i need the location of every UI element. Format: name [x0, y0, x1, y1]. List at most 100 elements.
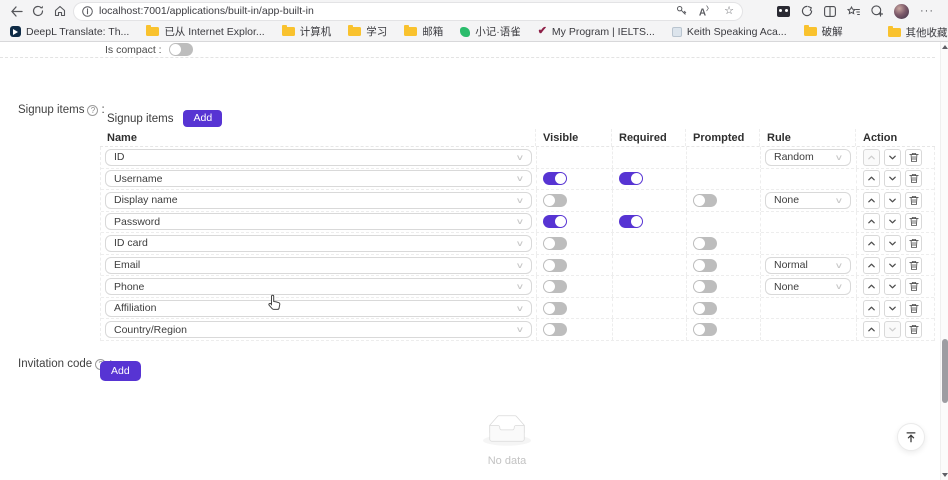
home-icon[interactable] — [50, 2, 70, 20]
delete-button[interactable] — [905, 170, 922, 187]
move-up-button[interactable] — [863, 170, 880, 187]
move-down-button[interactable] — [884, 149, 901, 166]
rule-select[interactable]: None∨ — [765, 278, 851, 295]
bookmark-item[interactable]: 已从 Internet Explor... — [146, 24, 264, 39]
is-compact-toggle[interactable] — [169, 43, 193, 56]
prompted-toggle[interactable] — [693, 194, 717, 207]
move-up-button[interactable] — [863, 192, 880, 209]
page-scrollbar[interactable] — [940, 42, 948, 480]
name-select[interactable]: Email∨ — [105, 257, 532, 274]
bookmark-item[interactable]: DeepL Translate: Th... — [10, 26, 129, 38]
bookmark-item[interactable]: 邮箱 — [404, 24, 443, 39]
name-select[interactable]: ID card∨ — [105, 235, 532, 252]
move-down-button[interactable] — [884, 170, 901, 187]
help-icon[interactable]: ? — [87, 105, 98, 116]
rule-select[interactable]: None∨ — [765, 192, 851, 209]
bookmark-item[interactable]: Keith Speaking Aca... — [672, 26, 787, 38]
visible-toggle[interactable] — [543, 280, 567, 293]
folder-icon — [146, 27, 159, 36]
read-aloud-icon[interactable]: A〉 — [699, 4, 712, 18]
name-select[interactable]: ID∨ — [105, 149, 532, 166]
name-select[interactable]: Affiliation∨ — [105, 300, 532, 317]
prompted-toggle[interactable] — [693, 237, 717, 250]
name-select[interactable]: Username∨ — [105, 170, 532, 187]
move-down-button[interactable] — [884, 235, 901, 252]
visible-toggle[interactable] — [543, 194, 567, 207]
required-toggle[interactable] — [619, 215, 643, 228]
visible-cell — [536, 319, 612, 340]
move-down-button[interactable] — [884, 278, 901, 295]
split-screen-icon[interactable] — [824, 6, 836, 17]
invitation-code-add-button[interactable]: Add — [100, 361, 141, 381]
visible-toggle[interactable] — [543, 172, 567, 185]
prompted-toggle[interactable] — [693, 302, 717, 315]
bookmark-item[interactable]: ✔My Program | IELTS... — [538, 26, 655, 38]
bookmark-item[interactable]: 学习 — [348, 24, 387, 39]
delete-button[interactable] — [905, 213, 922, 230]
prompted-toggle[interactable] — [693, 259, 717, 272]
bookmark-label: 破解 — [822, 24, 843, 39]
name-select[interactable]: Phone∨ — [105, 278, 532, 295]
favorite-star-icon[interactable]: ☆ — [724, 4, 734, 17]
move-up-button[interactable] — [863, 278, 880, 295]
move-up-button[interactable] — [863, 321, 880, 338]
action-cell — [856, 190, 936, 211]
move-down-button[interactable] — [884, 300, 901, 317]
move-up-button[interactable] — [863, 213, 880, 230]
prompted-toggle[interactable] — [693, 323, 717, 336]
settings-menu-icon[interactable]: ··· — [920, 5, 934, 17]
toggle-knob — [544, 260, 555, 271]
scrollbar-up-icon[interactable] — [942, 45, 948, 49]
name-select[interactable]: Country/Region∨ — [105, 321, 532, 338]
delete-button[interactable] — [905, 235, 922, 252]
move-up-button[interactable] — [863, 300, 880, 317]
move-up-button[interactable] — [863, 257, 880, 274]
rule-select[interactable]: Normal∨ — [765, 257, 851, 274]
bookmark-item[interactable]: 计算机 — [282, 24, 332, 39]
visible-toggle[interactable] — [543, 215, 567, 228]
back-to-top-button[interactable] — [897, 423, 925, 451]
visible-toggle[interactable] — [543, 302, 567, 315]
required-cell — [612, 190, 686, 211]
rule-select[interactable]: Random∨ — [765, 149, 851, 166]
folder-icon — [404, 27, 417, 36]
bookmark-item[interactable]: 小记·语雀 — [460, 24, 521, 39]
password-key-icon[interactable] — [676, 5, 687, 16]
move-down-button[interactable] — [884, 192, 901, 209]
delete-button[interactable] — [905, 321, 922, 338]
visible-toggle[interactable] — [543, 323, 567, 336]
browser-essentials-icon[interactable] — [801, 5, 813, 17]
collections-icon[interactable] — [871, 5, 883, 17]
delete-button[interactable] — [905, 300, 922, 317]
prompted-toggle[interactable] — [693, 280, 717, 293]
extension-icon[interactable] — [777, 6, 790, 17]
scrollbar-thumb[interactable] — [942, 339, 948, 403]
delete-button[interactable] — [905, 149, 922, 166]
delete-button[interactable] — [905, 257, 922, 274]
scrollbar-down-icon[interactable] — [942, 473, 948, 477]
table-row: Phone∨ None∨ — [101, 276, 934, 298]
visible-toggle[interactable] — [543, 259, 567, 272]
signup-items-add-button[interactable]: Add — [183, 110, 222, 127]
back-icon[interactable] — [6, 2, 26, 20]
toggle-knob — [694, 281, 705, 292]
required-toggle[interactable] — [619, 172, 643, 185]
bookmark-other-favorites[interactable]: 其他收藏夹 — [888, 22, 948, 42]
url-text[interactable]: localhost:7001/applications/built-in/app… — [99, 5, 676, 17]
name-select[interactable]: Display name∨ — [105, 192, 532, 209]
bookmark-item[interactable]: 破解 — [804, 24, 843, 39]
name-select[interactable]: Password∨ — [105, 213, 532, 230]
delete-button[interactable] — [905, 192, 922, 209]
delete-button[interactable] — [905, 278, 922, 295]
site-info-icon[interactable] — [82, 6, 93, 17]
profile-avatar[interactable] — [894, 4, 909, 19]
favorites-hub-icon[interactable] — [847, 6, 860, 17]
bookmark-label: 已从 Internet Explor... — [164, 24, 264, 39]
action-cell — [856, 255, 936, 276]
url-bar[interactable]: localhost:7001/applications/built-in/app… — [74, 3, 742, 20]
move-up-button[interactable] — [863, 235, 880, 252]
move-down-button[interactable] — [884, 257, 901, 274]
move-down-button[interactable] — [884, 213, 901, 230]
visible-toggle[interactable] — [543, 237, 567, 250]
refresh-icon[interactable] — [28, 2, 48, 20]
